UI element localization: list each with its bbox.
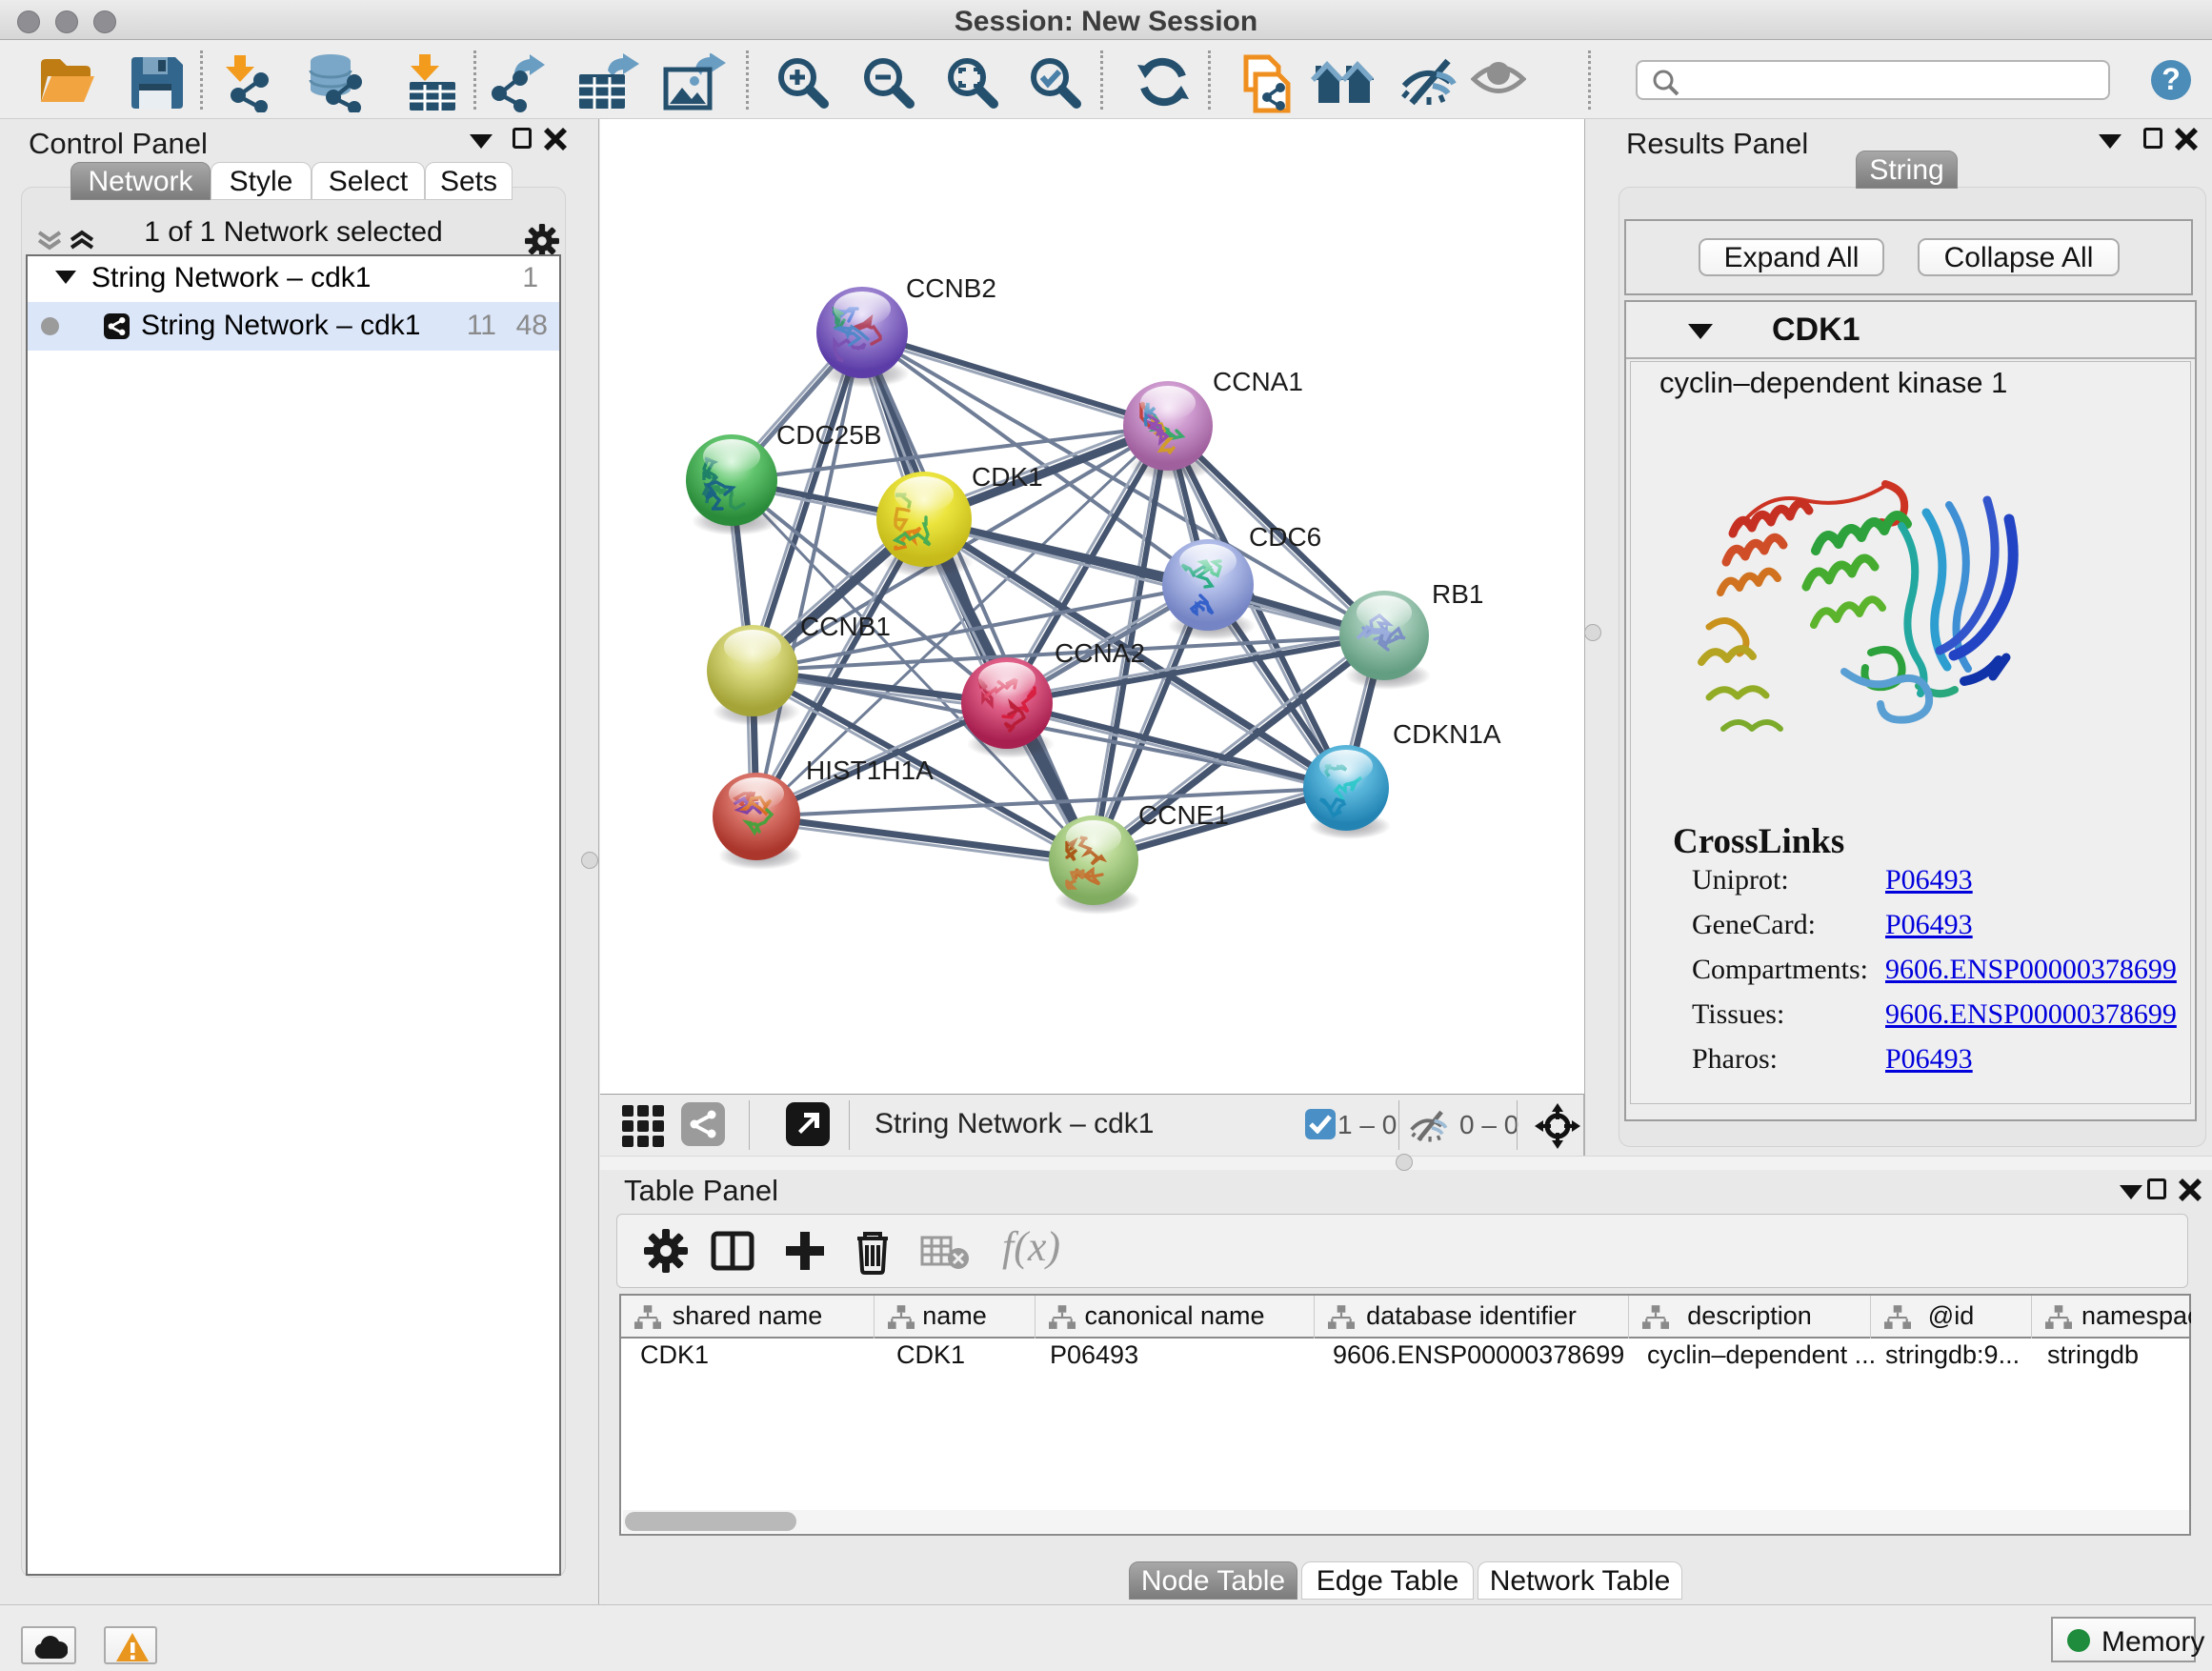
svg-text:CDC25B: CDC25B [776,420,881,450]
svg-text:CCNB2: CCNB2 [906,273,996,303]
svg-text:CCNA2: CCNA2 [1055,638,1145,668]
svg-text:CCNE1: CCNE1 [1138,800,1229,830]
svg-text:CDC6: CDC6 [1249,522,1321,552]
svg-text:CDK1: CDK1 [972,462,1043,492]
svg-text:HIST1H1A: HIST1H1A [806,755,934,785]
svg-text:?: ? [2162,62,2181,96]
svg-text:CDKN1A: CDKN1A [1393,719,1501,749]
svg-text:CCNA1: CCNA1 [1213,367,1303,396]
svg-text:CCNB1: CCNB1 [800,612,891,641]
svg-text:RB1: RB1 [1432,579,1483,609]
